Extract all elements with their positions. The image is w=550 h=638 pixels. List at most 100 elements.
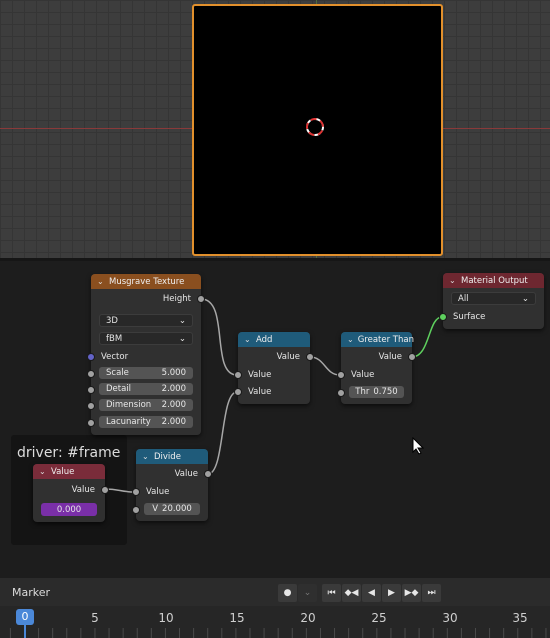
input-vector-label: Vector bbox=[101, 352, 129, 362]
node-header[interactable]: ⌄ Musgrave Texture bbox=[91, 274, 201, 289]
field-label: V bbox=[152, 504, 159, 514]
chevron-down-icon[interactable]: ⌄ bbox=[39, 467, 47, 476]
marker-menu[interactable]: Marker bbox=[12, 586, 50, 599]
target-select[interactable]: All ⌄ bbox=[451, 292, 536, 305]
scale-field[interactable]: Scale 5.000 bbox=[99, 367, 193, 379]
jump-start-icon[interactable]: ⏮ bbox=[322, 584, 341, 602]
field-value: 2.000 bbox=[161, 400, 186, 410]
musgrave-texture-node[interactable]: ⌄ Musgrave Texture Height 3D ⌄ fBM ⌄ Vec… bbox=[87, 274, 205, 435]
link-greater-output bbox=[411, 316, 443, 358]
field-value: 0.750 bbox=[373, 387, 398, 397]
field-value: 5.000 bbox=[161, 368, 186, 378]
input-socket[interactable] bbox=[132, 488, 140, 496]
chevron-down-icon[interactable]: ⌄ bbox=[97, 277, 105, 286]
output-socket[interactable] bbox=[101, 486, 109, 494]
divisor-input-socket[interactable] bbox=[132, 506, 140, 514]
chevron-down-icon: ⌄ bbox=[521, 293, 529, 304]
link-value-divide bbox=[104, 488, 136, 493]
node-title: Value bbox=[51, 466, 75, 477]
output-socket[interactable] bbox=[306, 353, 314, 361]
dimensions-select[interactable]: 3D ⌄ bbox=[99, 314, 193, 327]
chevron-down-icon[interactable]: ⌄ bbox=[449, 276, 457, 285]
link-divide-add bbox=[207, 391, 238, 475]
lacunarity-field[interactable]: Lacunarity 2.000 bbox=[99, 416, 193, 428]
detail-field[interactable]: Detail 2.000 bbox=[99, 383, 193, 395]
output-socket[interactable] bbox=[408, 353, 416, 361]
tick-label: 5 bbox=[91, 611, 99, 625]
select-value: fBM bbox=[106, 333, 123, 344]
playhead-line[interactable] bbox=[24, 625, 26, 638]
node-title: Musgrave Texture bbox=[109, 276, 185, 287]
type-select[interactable]: fBM ⌄ bbox=[99, 332, 193, 345]
3d-cursor-icon[interactable] bbox=[306, 118, 324, 136]
node-title: Add bbox=[256, 334, 273, 345]
output-label: Value bbox=[276, 352, 300, 362]
prev-keyframe-icon[interactable]: ◆◀ bbox=[342, 584, 361, 602]
output-label: Value bbox=[378, 352, 402, 362]
play-icon[interactable]: ▶ bbox=[382, 584, 401, 602]
field-label: Lacunarity bbox=[106, 417, 151, 427]
tick-label: 15 bbox=[229, 611, 245, 625]
threshold-input-socket[interactable] bbox=[337, 389, 345, 397]
chevron-down-icon: ⌄ bbox=[178, 333, 186, 344]
field-label: Thr bbox=[355, 387, 370, 397]
material-output-node[interactable]: ⌄ Material Output All ⌄ Surface bbox=[439, 273, 544, 329]
node-header[interactable]: ⌄ Greater Than bbox=[341, 332, 414, 347]
field-label: Dimension bbox=[106, 400, 152, 410]
input-label: Value bbox=[146, 487, 170, 497]
select-value: All bbox=[458, 293, 469, 304]
field-value: 2.000 bbox=[161, 417, 186, 427]
node-header[interactable]: ⌄ Value bbox=[33, 464, 105, 479]
chevron-down-icon[interactable]: ⌄ bbox=[298, 584, 317, 602]
scale-input-socket[interactable] bbox=[87, 370, 95, 378]
camera-viewport[interactable] bbox=[0, 0, 550, 258]
jump-end-icon[interactable]: ⏭ bbox=[422, 584, 441, 602]
surface-input-label: Surface bbox=[453, 312, 486, 322]
field-value: 20.000 bbox=[162, 504, 192, 514]
chevron-down-icon: ⌄ bbox=[178, 315, 186, 326]
input-socket-2[interactable] bbox=[234, 388, 242, 396]
node-header[interactable]: ⌄ Add bbox=[238, 332, 310, 347]
value-node[interactable]: ⌄ Value Value 0.000 bbox=[33, 464, 109, 522]
frame-ruler[interactable]: 0 5 10 15 20 25 30 35 bbox=[0, 606, 550, 638]
lacunarity-input-socket[interactable] bbox=[87, 419, 95, 427]
field-label: Scale bbox=[106, 368, 129, 378]
node-title: Divide bbox=[154, 451, 181, 462]
node-header[interactable]: ⌄ Material Output bbox=[443, 273, 544, 288]
dimension-input-socket[interactable] bbox=[87, 402, 95, 410]
select-value: 3D bbox=[106, 315, 118, 326]
timeline[interactable]: Marker ● ⌄ ⏮ ◆◀ ◀ ▶ ▶◆ ⏭ 0 5 10 15 20 25… bbox=[0, 578, 550, 638]
greater-than-node[interactable]: ⌄ Greater Than Value Value Thr 0.750 bbox=[337, 332, 416, 404]
input-label: Value bbox=[248, 387, 272, 397]
output-socket[interactable] bbox=[197, 295, 205, 303]
add-node[interactable]: ⌄ Add Value Value Value bbox=[234, 332, 314, 404]
input-socket-1[interactable] bbox=[234, 371, 242, 379]
value-field[interactable]: 0.000 bbox=[41, 503, 97, 516]
vector-input-socket[interactable] bbox=[87, 353, 95, 361]
threshold-field[interactable]: Thr 0.750 bbox=[349, 386, 404, 398]
record-icon[interactable]: ● bbox=[278, 584, 297, 602]
current-frame-indicator[interactable]: 0 bbox=[16, 609, 34, 625]
divisor-field[interactable]: V 20.000 bbox=[144, 503, 200, 515]
tick-label: 35 bbox=[512, 611, 528, 625]
next-keyframe-icon[interactable]: ▶◆ bbox=[402, 584, 421, 602]
detail-input-socket[interactable] bbox=[87, 386, 95, 394]
output-socket[interactable] bbox=[204, 470, 212, 478]
dimension-field[interactable]: Dimension 2.000 bbox=[99, 399, 193, 411]
tick-label: 10 bbox=[158, 611, 174, 625]
tick-label: 20 bbox=[300, 611, 316, 625]
input-socket[interactable] bbox=[337, 371, 345, 379]
node-title: Greater Than bbox=[357, 334, 414, 345]
node-header[interactable]: ⌄ Divide bbox=[136, 449, 208, 464]
divide-node[interactable]: ⌄ Divide Value Value V 20.000 bbox=[132, 449, 212, 521]
play-reverse-icon[interactable]: ◀ bbox=[362, 584, 381, 602]
node-editor[interactable]: driver: #frame ⌄ Musgrave Texture Height… bbox=[0, 261, 550, 578]
link-musgrave-add bbox=[200, 298, 238, 376]
field-value: 2.000 bbox=[161, 384, 186, 394]
chevron-down-icon[interactable]: ⌄ bbox=[142, 452, 150, 461]
surface-input-socket[interactable] bbox=[439, 313, 447, 321]
timeline-header: Marker ● ⌄ ⏮ ◆◀ ◀ ▶ ▶◆ ⏭ bbox=[0, 578, 550, 606]
ruler-ticks bbox=[0, 628, 550, 638]
chevron-down-icon[interactable]: ⌄ bbox=[347, 335, 354, 344]
chevron-down-icon[interactable]: ⌄ bbox=[244, 335, 252, 344]
